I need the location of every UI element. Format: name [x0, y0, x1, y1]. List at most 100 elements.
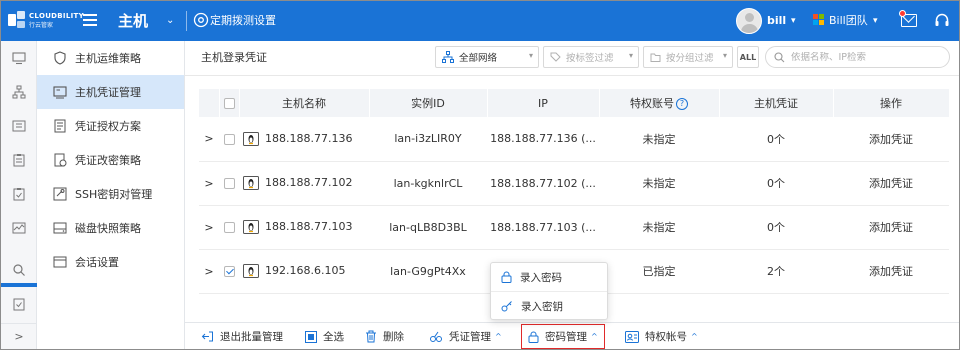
audit-icon[interactable]	[1, 287, 37, 321]
add-credential-link[interactable]: 添加凭证	[833, 205, 949, 250]
chart-icon[interactable]	[1, 211, 37, 245]
group-filter-select[interactable]: 按分组过滤 ▾	[643, 46, 733, 68]
search-input[interactable]	[791, 51, 946, 63]
password-management-button[interactable]: 密码管理 ^	[521, 324, 605, 349]
hamburger-menu-icon[interactable]	[83, 14, 97, 26]
select-all-button[interactable]: 全选	[305, 323, 344, 350]
inbox-icon[interactable]	[1, 109, 37, 143]
column-header-host: 主机名称	[239, 89, 370, 117]
subnav-item-label: 主机凭证管理	[75, 86, 141, 99]
monitor-icon[interactable]	[1, 41, 37, 75]
credential-count: 2个	[719, 249, 833, 294]
team-name[interactable]: Bill团队	[829, 13, 868, 29]
chevron-down-icon[interactable]: ⌄	[166, 13, 174, 29]
subnav-item-host-ops-policy[interactable]: 主机运维策略	[37, 41, 184, 75]
search-icon	[774, 51, 785, 62]
add-credential-link[interactable]: 添加凭证	[833, 249, 949, 294]
credential-icon	[53, 86, 67, 99]
add-credential-link[interactable]: 添加凭证	[833, 161, 949, 206]
enter-password-label: 录入密码	[520, 271, 562, 284]
network-filter-select[interactable]: 全部网络 ▾	[435, 46, 539, 68]
credential-management-button[interactable]: 凭证管理 ^	[429, 323, 502, 350]
session-icon	[53, 256, 67, 268]
row-checkbox[interactable]	[223, 133, 235, 145]
lock-icon	[528, 331, 539, 343]
help-icon[interactable]: ?	[676, 98, 688, 110]
subnav-item-label: 磁盘快照策略	[75, 222, 141, 235]
subnav-item-credential-authorization[interactable]: 凭证授权方案	[37, 109, 184, 143]
module-title[interactable]: 主机	[118, 11, 148, 31]
row-expand-chevron-icon[interactable]: >	[199, 249, 219, 294]
delete-button[interactable]: 删除	[365, 323, 404, 350]
linux-host-icon	[243, 264, 259, 278]
subnav-item-label: 凭证授权方案	[75, 120, 141, 133]
user-name[interactable]: bill	[767, 13, 786, 29]
privileged-status: 已指定	[599, 249, 719, 294]
subnav-item-host-credentials[interactable]: 主机凭证管理	[37, 75, 184, 109]
chevron-down-icon: ▾	[628, 51, 633, 60]
header-divider	[185, 75, 959, 76]
privileged-account-label: 特权帐号	[645, 331, 687, 343]
topology-icon[interactable]	[1, 75, 37, 109]
enter-key-menu-item[interactable]: 录入密钥	[491, 292, 607, 320]
row-checkbox-checked[interactable]	[223, 266, 235, 277]
chevron-down-icon: ▾	[722, 51, 727, 60]
team-chevron-down-icon[interactable]: ▾	[873, 13, 878, 29]
row-checkbox[interactable]	[223, 178, 235, 189]
table-row[interactable]: > 188.188.77.136 lan-i3zLIR0Y 188.188.77…	[199, 117, 949, 162]
table-row[interactable]: > 188.188.77.102 lan-kgknlrCL 188.188.77…	[199, 161, 949, 206]
clipboard-check-icon[interactable]	[1, 177, 37, 211]
linux-host-icon	[243, 220, 259, 234]
row-expand-chevron-icon[interactable]: >	[199, 117, 219, 162]
select-all-checkbox[interactable]	[223, 98, 235, 109]
subnav-item-label: 会话设置	[75, 256, 119, 269]
network-icon	[442, 51, 454, 63]
enter-key-label: 录入密钥	[521, 300, 563, 313]
tag-filter-select[interactable]: 按标签过滤 ▾	[543, 46, 639, 68]
add-credential-link[interactable]: 添加凭证	[833, 117, 949, 162]
subnav-item-label: SSH密钥对管理	[75, 188, 153, 201]
subnav-item-disk-snapshot-policy[interactable]: 磁盘快照策略	[37, 211, 184, 245]
user-chevron-down-icon[interactable]: ▾	[791, 13, 796, 29]
headset-icon[interactable]	[934, 12, 950, 28]
gear-icon[interactable]	[193, 12, 209, 28]
column-header-ip: IP	[487, 89, 600, 117]
row-checkbox[interactable]	[223, 222, 235, 233]
credential-management-label: 凭证管理	[449, 331, 491, 343]
enter-password-menu-item[interactable]: 录入密码	[491, 263, 607, 291]
privileged-account-button[interactable]: 特权帐号 ^	[625, 323, 698, 350]
subnav-item-ssh-key-pairs[interactable]: SSH密钥对管理	[37, 177, 184, 211]
host-name: 188.188.77.103	[265, 220, 353, 233]
privileged-account-icon	[625, 330, 639, 343]
cloudbility-logo[interactable]: CLOUDBILITY 行云管家	[7, 9, 84, 33]
select-all-label: 全选	[323, 331, 344, 343]
subnav-item-session-settings[interactable]: 会话设置	[37, 245, 184, 279]
credential-count: 0个	[719, 161, 833, 206]
row-expand-chevron-icon[interactable]: >	[199, 205, 219, 250]
table-header-row: 主机名称 实例ID IP 特权账号? 主机凭证 操作	[199, 89, 950, 117]
row-expand-chevron-icon[interactable]: >	[199, 161, 219, 206]
delete-label: 删除	[383, 331, 404, 343]
all-filter-button[interactable]: ALL	[737, 46, 759, 68]
group-filter-placeholder: 按分组过滤	[666, 53, 714, 64]
search-box[interactable]	[765, 46, 950, 68]
secondary-nav: 主机运维策略 主机凭证管理 凭证授权方案 凭证改密策略 SSH密钥对管理 磁盘快…	[37, 41, 185, 349]
exit-batch-button[interactable]: 退出批量管理	[201, 323, 283, 350]
clipboard-icon[interactable]	[1, 143, 37, 177]
avatar[interactable]	[736, 8, 762, 34]
column-header-credentials: 主机凭证	[719, 89, 834, 117]
select-all-cell[interactable]	[219, 89, 240, 117]
column-header-privileged: 特权账号?	[599, 89, 720, 117]
column-header-instance-id: 实例ID	[369, 89, 488, 117]
shield-icon	[54, 51, 66, 65]
subnav-item-password-change-policy[interactable]: 凭证改密策略	[37, 143, 184, 177]
page-title: 主机登录凭证	[201, 51, 267, 64]
search-icon[interactable]	[1, 253, 37, 287]
table-row[interactable]: > 188.188.77.103 lan-qLB8D3BL 188.188.77…	[199, 205, 949, 250]
dial-settings-link[interactable]: 定期拨测设置	[210, 13, 276, 29]
credential-key-icon	[430, 331, 442, 342]
instance-id: lan-qLB8D3BL	[369, 205, 487, 250]
password-management-label: 密码管理	[545, 331, 587, 343]
instance-id: lan-kgknlrCL	[369, 161, 487, 206]
expand-rail-button[interactable]: >	[1, 323, 37, 349]
